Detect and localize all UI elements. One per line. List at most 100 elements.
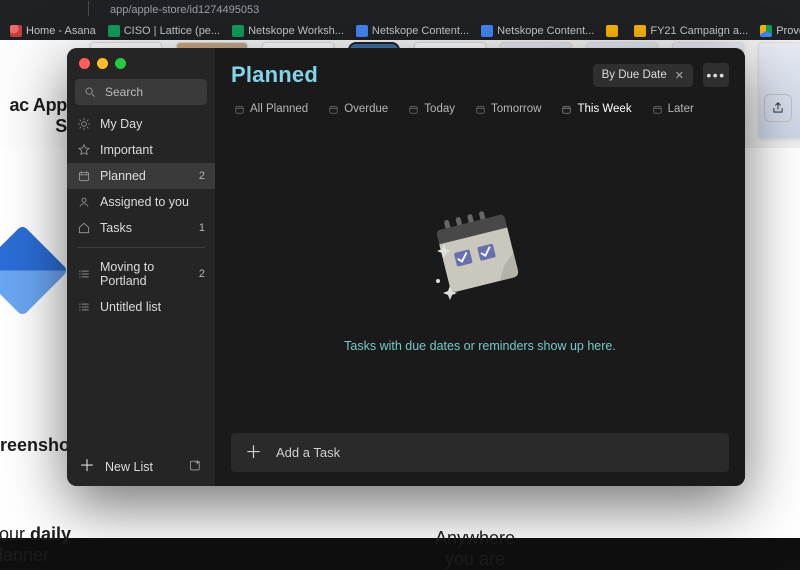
new-list-button[interactable]: New List xyxy=(105,460,153,474)
window-traffic-lights xyxy=(67,54,215,79)
empty-state: Tasks with due dates or reminders show u… xyxy=(231,118,729,433)
screenshot-thumb xyxy=(758,42,800,139)
favicon-icon xyxy=(606,25,618,37)
list-icon xyxy=(77,300,91,314)
star-icon xyxy=(77,143,91,157)
sort-pill[interactable]: By Due Date ✕ xyxy=(593,64,693,87)
filter-label: All Planned xyxy=(250,103,308,115)
bookmark-item[interactable]: Netskope Content... xyxy=(481,25,594,37)
sidebar-item-planned[interactable]: Planned 2 xyxy=(67,163,215,189)
calendar-icon xyxy=(234,104,245,115)
bookmark-item[interactable]: Home - Asana xyxy=(10,25,96,37)
sidebar-item-label: Important xyxy=(100,143,153,157)
filter-label: Later xyxy=(668,103,694,115)
feature-text-fragment: Anywhere you are xyxy=(435,528,515,570)
sun-icon xyxy=(77,117,91,131)
browser-tabs-bar: app/apple-store/id1274495053 Home - Asan… xyxy=(0,0,800,41)
sidebar-item-assigned[interactable]: Assigned to you xyxy=(67,189,215,215)
user-icon xyxy=(77,195,91,209)
sidebar-footer: ＋ New List xyxy=(67,448,215,486)
minimize-window-button[interactable] xyxy=(97,58,108,69)
calendar-icon xyxy=(77,169,91,183)
app-icon xyxy=(0,225,68,317)
filter-all-planned[interactable]: All Planned xyxy=(231,100,311,118)
filter-label: Overdue xyxy=(344,103,388,115)
bookmark-item[interactable]: Netskope Content... xyxy=(356,25,469,37)
home-icon xyxy=(77,221,91,235)
filter-label: Tomorrow xyxy=(491,103,541,115)
sidebar-divider xyxy=(77,247,205,248)
calendar-icon xyxy=(652,104,663,115)
favicon-icon xyxy=(760,25,772,37)
sidebar-item-count: 2 xyxy=(199,170,205,182)
filter-label: This Week xyxy=(577,103,631,115)
search-field[interactable] xyxy=(75,79,207,105)
smart-lists: My Day Important Planned 2 Assigned to y… xyxy=(67,111,215,241)
new-group-button[interactable] xyxy=(188,458,203,476)
sidebar-item-count: 2 xyxy=(199,268,205,280)
filter-tomorrow[interactable]: Tomorrow xyxy=(472,100,544,118)
date-filters: All Planned Overdue Today Tomorrow This … xyxy=(231,100,729,118)
sidebar-item-label: Tasks xyxy=(100,221,132,235)
filter-today[interactable]: Today xyxy=(405,100,458,118)
search-input[interactable] xyxy=(103,84,199,100)
share-icon xyxy=(771,101,785,115)
sidebar-item-label: Moving to Portland xyxy=(100,260,190,288)
bookmark-item[interactable]: FY21 Campaign a... xyxy=(634,25,748,37)
sidebar-item-label: Untitled list xyxy=(100,300,161,314)
favicon-icon xyxy=(108,25,120,37)
more-options-button[interactable]: ••• xyxy=(703,63,729,87)
browser-omnibox-url: app/apple-store/id1274495053 xyxy=(110,4,259,16)
calendar-icon xyxy=(408,104,419,115)
sort-label: By Due Date xyxy=(602,69,667,81)
page-header: Planned By Due Date ✕ ••• xyxy=(231,62,729,88)
list-icon xyxy=(77,267,91,281)
filter-later[interactable]: Later xyxy=(649,100,697,118)
favicon-icon xyxy=(634,25,646,37)
feature-text-fragment: our daily lanner xyxy=(0,524,71,566)
filter-label: Today xyxy=(424,103,455,115)
user-lists: Moving to Portland 2 Untitled list xyxy=(67,254,215,320)
favicon-icon xyxy=(232,25,244,37)
bookmarks-bar: Home - Asana CISO | Lattice (pe... Netsk… xyxy=(10,22,800,40)
bookmark-item[interactable]: Prove It - Go xyxy=(760,25,800,37)
calendar-icon xyxy=(561,104,572,115)
main-panel: Planned By Due Date ✕ ••• All Planned Ov… xyxy=(215,48,745,486)
search-icon xyxy=(83,85,97,99)
maximize-window-button[interactable] xyxy=(115,58,126,69)
clear-sort-button[interactable]: ✕ xyxy=(675,69,684,82)
favicon-icon xyxy=(481,25,493,37)
favicon-icon xyxy=(10,25,22,37)
page-title: Planned xyxy=(231,62,318,88)
sidebar-item-label: Planned xyxy=(100,169,146,183)
todo-app-window: My Day Important Planned 2 Assigned to y… xyxy=(67,48,745,486)
ellipsis-icon: ••• xyxy=(706,67,725,83)
filter-this-week[interactable]: This Week xyxy=(558,100,634,118)
sidebar-item-list[interactable]: Moving to Portland 2 xyxy=(67,254,215,294)
sidebar-item-important[interactable]: Important xyxy=(67,137,215,163)
favicon-icon xyxy=(356,25,368,37)
bookmark-item[interactable]: CISO | Lattice (pe... xyxy=(108,25,220,37)
sidebar-item-my-day[interactable]: My Day xyxy=(67,111,215,137)
tab-separator xyxy=(88,1,89,16)
empty-state-text: Tasks with due dates or reminders show u… xyxy=(344,339,616,353)
sidebar-item-count: 1 xyxy=(199,222,205,234)
new-group-icon xyxy=(188,458,203,473)
empty-state-illustration xyxy=(410,199,550,319)
calendar-icon xyxy=(475,104,486,115)
bookmark-item[interactable] xyxy=(606,25,622,37)
filter-overdue[interactable]: Overdue xyxy=(325,100,391,118)
sidebar-item-tasks[interactable]: Tasks 1 xyxy=(67,215,215,241)
sidebar-item-label: My Day xyxy=(100,117,142,131)
sidebar-item-list[interactable]: Untitled list xyxy=(67,294,215,320)
close-window-button[interactable] xyxy=(79,58,90,69)
mac-store-header-actions xyxy=(764,94,792,122)
mac-store-header-fragment: ac App S xyxy=(0,95,67,137)
sidebar-item-label: Assigned to you xyxy=(100,195,189,209)
add-task-label: Add a Task xyxy=(276,445,340,460)
sidebar: My Day Important Planned 2 Assigned to y… xyxy=(67,48,215,486)
bookmark-item[interactable]: Netskope Worksh... xyxy=(232,25,344,37)
calendar-icon xyxy=(328,104,339,115)
share-button[interactable] xyxy=(764,94,792,122)
add-task-input[interactable]: ＋ Add a Task xyxy=(231,433,729,472)
